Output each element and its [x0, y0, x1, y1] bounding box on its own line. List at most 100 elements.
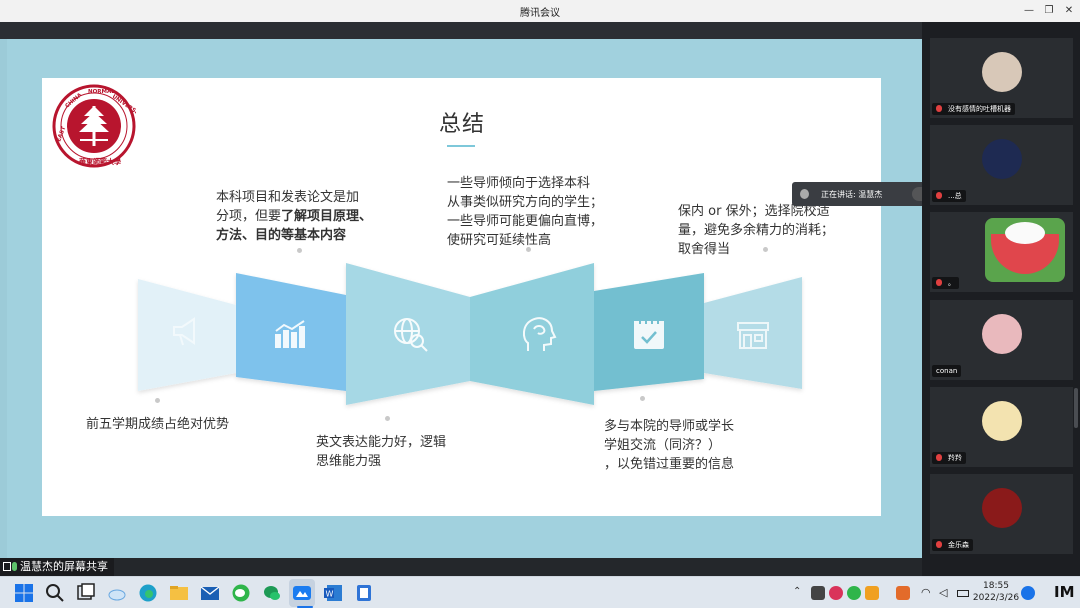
- notes-icon[interactable]: [354, 583, 374, 603]
- system-clock[interactable]: 18:55 2022/3/26: [970, 580, 1022, 604]
- participant-name-text: 羚羚: [948, 454, 962, 462]
- share-label-text: 温慧杰的屏幕共享: [20, 560, 108, 573]
- connector-dot: [526, 247, 531, 252]
- note-line: 使研究可延续性高: [447, 233, 552, 248]
- notification-badge-icon[interactable]: [1021, 586, 1035, 600]
- panel-6: [704, 277, 802, 389]
- presentation-slide: EAST CHINA NORMAL UNIVERSITY 華東師範大學 总结 前…: [42, 78, 881, 516]
- note-line: 方法、目的等基本内容: [216, 228, 347, 243]
- tray-app-icon[interactable]: [896, 586, 910, 600]
- avatar: [982, 488, 1022, 528]
- calendar-check-icon: [634, 318, 664, 349]
- participant-name: ...总: [932, 190, 966, 202]
- panel-scrollbar[interactable]: [1074, 388, 1078, 428]
- svg-text:NORMAL: NORMAL: [88, 89, 115, 95]
- slide-title: 总结: [438, 112, 485, 137]
- cloud-icon[interactable]: [107, 583, 127, 603]
- folded-panels: [138, 263, 802, 405]
- note-line: 取舍得当: [678, 242, 731, 257]
- speaking-text: 正在讲话: 温慧杰: [821, 190, 883, 199]
- participant-name-text: 。: [948, 279, 955, 287]
- note-line: ，以免错过重要的信息: [604, 457, 735, 472]
- window-title: 腾讯会议: [520, 8, 560, 19]
- participant-name-text: 没有感情的吐槽机器: [948, 105, 1011, 113]
- note-communicate: 多与本院的导师或学长 学姐交流（同济？） ，以免错过重要的信息: [604, 417, 734, 474]
- task-view-icon[interactable]: [76, 583, 96, 603]
- svg-text:華東師範大學: 華東師範大學: [79, 157, 121, 166]
- mic-muted-icon: [936, 454, 942, 461]
- participant-tile[interactable]: 羚羚: [930, 387, 1073, 467]
- participant-tile[interactable]: conan: [930, 300, 1073, 380]
- input-method-icon[interactable]: IM: [1054, 583, 1075, 601]
- note-line: 一些导师倾向于选择本科: [447, 176, 591, 191]
- note-line: 从事类似研究方向的学生；: [447, 195, 604, 210]
- note-line: 多与本院的导师或学长: [604, 419, 735, 434]
- note-line: 英文表达能力好，逻辑: [316, 435, 447, 450]
- participant-tile[interactable]: 金乐森: [930, 474, 1073, 554]
- note-english: 英文表达能力好，逻辑 思维能力强: [316, 433, 446, 471]
- wechat-work-icon[interactable]: [262, 583, 282, 603]
- participant-tile[interactable]: ...总: [930, 125, 1073, 205]
- share-label: 温慧杰的屏幕共享: [0, 558, 114, 576]
- avatar: [982, 314, 1022, 354]
- panel-4: [470, 263, 594, 405]
- windows-start-icon[interactable]: [14, 583, 34, 603]
- participant-name: 没有感情的吐槽机器: [932, 103, 1015, 115]
- wifi-icon[interactable]: ◠: [921, 586, 935, 600]
- participant-tile[interactable]: 没有感情的吐槽机器: [930, 38, 1073, 118]
- restore-button[interactable]: ❐: [1040, 3, 1058, 19]
- wechat-icon[interactable]: [231, 583, 251, 603]
- participants-panel: 没有感情的吐槽机器 ...总 。 conan 羚羚 金乐森: [922, 22, 1080, 576]
- clock-time: 18:55: [983, 581, 1009, 591]
- search-icon[interactable]: [45, 583, 65, 603]
- file-explorer-icon[interactable]: [169, 583, 189, 603]
- connector-dot: [297, 248, 302, 253]
- connector-dot: [763, 247, 768, 252]
- battery-icon[interactable]: [957, 590, 969, 597]
- window-titlebar: 腾讯会议 — ❐ ✕: [0, 0, 1080, 22]
- mic-active-icon: [12, 562, 17, 571]
- participant-name: 金乐森: [932, 539, 973, 551]
- note-line: 学姐交流（同济？）: [604, 438, 722, 453]
- mic-muted-icon: [936, 192, 942, 199]
- avatar: [982, 401, 1022, 441]
- word-icon[interactable]: W: [323, 583, 343, 603]
- mic-muted-icon: [936, 279, 942, 286]
- participant-name-text: ...总: [948, 192, 962, 200]
- note-projects: 本科项目和发表论文是加 分项，但要了解项目原理、 方法、目的等基本内容: [216, 188, 372, 245]
- note-line: 分项，但要了解项目原理、: [216, 209, 373, 224]
- title-underline: [447, 145, 475, 147]
- close-button[interactable]: ✕: [1060, 3, 1078, 19]
- tray-wechat-icon[interactable]: [847, 586, 861, 600]
- university-logo: EAST CHINA NORMAL UNIVERSITY 華東師範大學: [52, 84, 136, 168]
- tencent-meeting-icon[interactable]: [292, 583, 312, 603]
- edge-icon[interactable]: [138, 583, 158, 603]
- note-line: 思维能力强: [316, 454, 382, 469]
- connector-dot: [385, 416, 390, 421]
- mic-muted-icon: [936, 541, 942, 548]
- note-grades: 前五学期成绩占绝对优势: [86, 415, 229, 434]
- share-edge: [0, 39, 7, 558]
- avatar: [982, 139, 1022, 179]
- tray-app-icon[interactable]: [865, 586, 879, 600]
- minimize-button[interactable]: —: [1020, 3, 1038, 19]
- panel-3: [346, 263, 470, 405]
- chevron-up-icon[interactable]: ⌃: [793, 586, 807, 600]
- note-line: 一些导师可能更偏向直博，: [447, 214, 604, 229]
- meeting-top-strip: [0, 22, 922, 39]
- tray-app-icon[interactable]: [829, 586, 843, 600]
- speaker-avatar-icon: [800, 189, 809, 199]
- participant-tile[interactable]: 。: [930, 212, 1073, 292]
- note-line: 前五学期成绩占绝对优势: [86, 417, 230, 432]
- avatar: [985, 218, 1065, 282]
- participant-name: 羚羚: [932, 452, 966, 464]
- note-choice: 保内 or 保外；选择院校适 量，避免多余精力的消耗； 取舍得当: [678, 202, 834, 259]
- participant-name-text: conan: [936, 367, 958, 375]
- participant-name: 。: [932, 277, 959, 289]
- mail-icon[interactable]: [200, 583, 220, 603]
- participant-name-text: 金乐森: [948, 541, 969, 549]
- volume-icon[interactable]: ◁: [939, 586, 953, 600]
- tray-app-icon[interactable]: [811, 586, 825, 600]
- share-status-bar: 温慧杰的屏幕共享: [0, 558, 922, 576]
- avatar: [982, 52, 1022, 92]
